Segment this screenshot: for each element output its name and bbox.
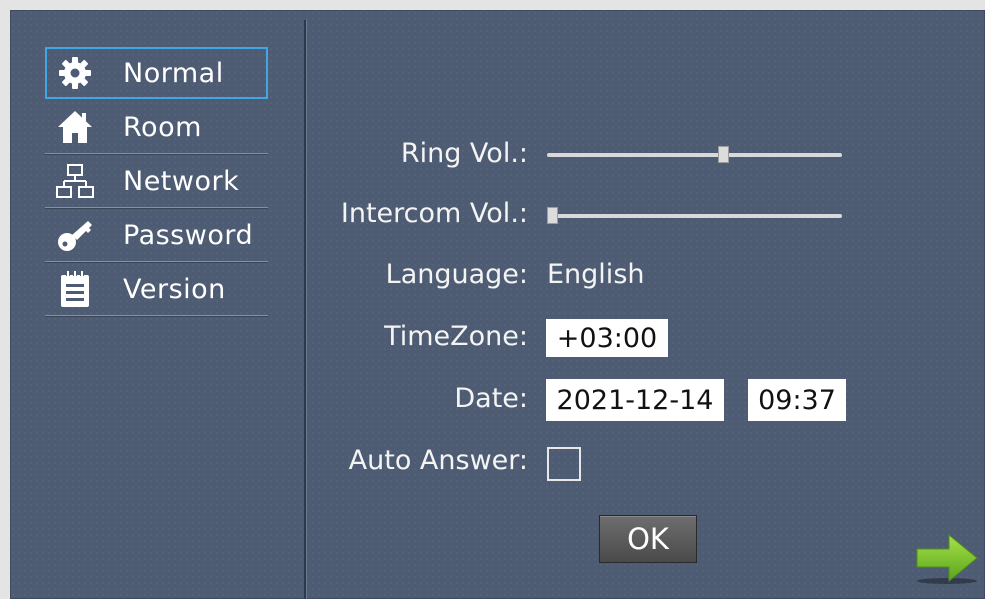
network-icon [55,161,95,201]
settings-panel: Normal Room Network Password Version Rin… [10,10,985,599]
intercom-vol-thumb[interactable] [547,207,558,224]
sidebar-item-label: Password [123,219,254,251]
sidebar-item-normal[interactable]: Normal [45,47,268,99]
notepad-icon [55,269,95,309]
key-icon [55,215,95,255]
timezone-field[interactable]: +03:00 [546,319,668,357]
date-field[interactable]: 2021-12-14 [546,379,724,421]
sidebar-item-label: Version [123,273,226,305]
gear-icon [55,53,95,93]
intercom-vol-label: Intercom Vol.: [340,198,528,229]
ok-button[interactable]: OK [599,515,697,563]
device-frame: Normal Room Network Password Version Rin… [0,0,985,599]
auto-answer-checkbox[interactable] [547,447,581,481]
sidebar-item-label: Network [123,165,240,197]
time-field[interactable]: 09:37 [748,379,846,421]
sidebar-divider [304,20,306,599]
sidebar-item-password[interactable]: Password [45,209,268,262]
date-label: Date: [454,383,528,414]
sidebar-item-network[interactable]: Network [45,155,268,208]
sidebar-item-version[interactable]: Version [45,263,268,316]
sidebar-item-label: Room [123,111,202,143]
language-label: Language: [385,259,528,290]
sidebar-item-room[interactable]: Room [45,101,268,154]
sidebar-item-label: Normal [123,57,224,89]
timezone-label: TimeZone: [384,321,528,352]
ring-vol-thumb[interactable] [718,146,729,163]
arrow-right-icon[interactable] [915,533,979,585]
home-icon [55,107,95,147]
language-value[interactable]: English [547,259,645,290]
sidebar: Normal Room Network Password Version [10,10,304,599]
ring-vol-label: Ring Vol.: [400,138,528,169]
auto-answer-label: Auto Answer: [348,445,528,476]
intercom-vol-slider[interactable] [547,207,842,224]
ring-vol-slider[interactable] [547,146,842,163]
